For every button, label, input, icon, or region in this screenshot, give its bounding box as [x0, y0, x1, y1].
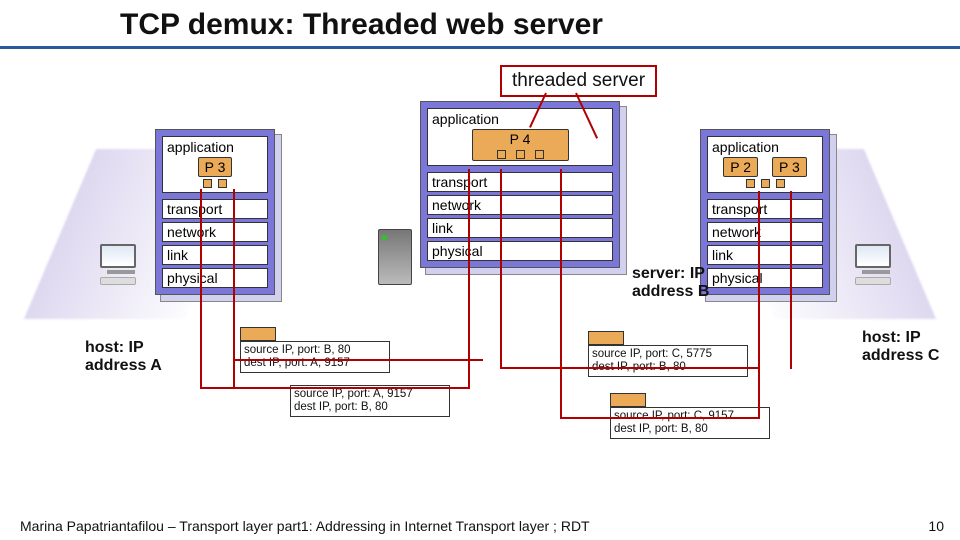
flow-b-to-a-bottom — [233, 359, 483, 361]
label-app-b: application — [432, 111, 499, 127]
pkt-body-cb1: source IP, port: C, 5775 dest IP, port: … — [588, 345, 748, 377]
flow-a-to-b-bottom — [200, 387, 470, 389]
proc-p2-c-label: P 2 — [730, 159, 751, 175]
slide-footer: Marina Papatriantafilou – Transport laye… — [20, 518, 944, 534]
sock-c-3 — [776, 179, 785, 188]
sock-b-3 — [535, 150, 544, 159]
proc-p3-a: P 3 — [198, 157, 233, 177]
flow-b-mid — [500, 169, 502, 369]
label-app-c: application — [712, 139, 779, 155]
pkt-body-ba: source IP, port: B, 80 dest IP, port: A,… — [240, 341, 390, 373]
layer-net-b: network — [427, 195, 613, 215]
layer-trans-b: transport — [427, 172, 613, 192]
layer-link-b: link — [427, 218, 613, 238]
flow-c1-to-b — [500, 367, 760, 369]
pkt-head-cb2 — [610, 393, 646, 407]
packet-cb1: source IP, port: C, 5775 dest IP, port: … — [588, 331, 748, 377]
server-icon — [378, 229, 412, 285]
diagram-area: threaded server application P 3 transpor… — [0, 59, 960, 489]
stack-host-a: application P 3 transport network link p… — [155, 129, 275, 295]
flow-c-down2 — [790, 191, 792, 369]
proc-p4-label: P 4 — [510, 131, 531, 147]
pc-icon-right — [855, 244, 897, 290]
pkt-head-cb1 — [588, 331, 624, 345]
pkt-body-cb2: source IP, port: C, 9157 dest IP, port: … — [610, 407, 770, 439]
layer-app-a: application P 3 — [162, 136, 268, 193]
flow-c2-to-b — [560, 417, 760, 419]
packet-ba: source IP, port: B, 80 dest IP, port: A,… — [240, 327, 390, 373]
proc-p3-a-label: P 3 — [205, 159, 226, 175]
flow-b-right — [560, 169, 562, 419]
host-c-label: host: IP address C — [862, 329, 942, 365]
slide-title: TCP demux: Threaded web server — [0, 0, 960, 46]
proc-p4: P 4 — [472, 129, 569, 161]
layer-net-a: network — [162, 222, 268, 242]
proc-p3-c-label: P 3 — [779, 159, 800, 175]
packet-ab: source IP, port: A, 9157 dest IP, port: … — [290, 385, 450, 417]
layer-trans-c: transport — [707, 199, 823, 219]
pkt-head-ba — [240, 327, 276, 341]
flow-a-down — [200, 189, 202, 389]
sock-b-2 — [516, 150, 525, 159]
server-b-label: server: IP address B — [632, 265, 732, 301]
proc-p3-c: P 3 — [772, 157, 807, 177]
threaded-server-callout: threaded server — [500, 65, 657, 97]
pkt-ab-src: source IP, port: A, 9157 — [294, 388, 446, 401]
layer-trans-a: transport — [162, 199, 268, 219]
pkt-ab-dst: dest IP, port: B, 80 — [294, 401, 446, 414]
pkt-body-ab: source IP, port: A, 9157 dest IP, port: … — [290, 385, 450, 417]
pkt-cb2-dst: dest IP, port: B, 80 — [614, 423, 766, 436]
layer-phys-b: physical — [427, 241, 613, 261]
sock-c-1 — [746, 179, 755, 188]
layer-app-c: application P 2 P 3 — [707, 136, 823, 193]
layer-net-c: network — [707, 222, 823, 242]
flow-c-down1 — [758, 191, 760, 419]
layer-phys-a: physical — [162, 268, 268, 288]
sock-b-1 — [497, 150, 506, 159]
sock-a-2 — [218, 179, 227, 188]
pkt-ba-src: source IP, port: B, 80 — [244, 344, 386, 357]
pkt-cb1-src: source IP, port: C, 5775 — [592, 348, 744, 361]
layer-link-a: link — [162, 245, 268, 265]
label-app-a: application — [167, 139, 234, 155]
footer-page: 10 — [928, 518, 944, 534]
footer-text: Marina Papatriantafilou – Transport laye… — [20, 518, 590, 534]
host-a-label: host: IP address A — [85, 339, 175, 375]
sock-a-1 — [203, 179, 212, 188]
sock-c-2 — [761, 179, 770, 188]
title-underline — [0, 46, 960, 49]
pc-icon-left — [100, 244, 142, 290]
flow-b-left — [468, 169, 470, 389]
layer-link-c: link — [707, 245, 823, 265]
proc-p2-c: P 2 — [723, 157, 758, 177]
